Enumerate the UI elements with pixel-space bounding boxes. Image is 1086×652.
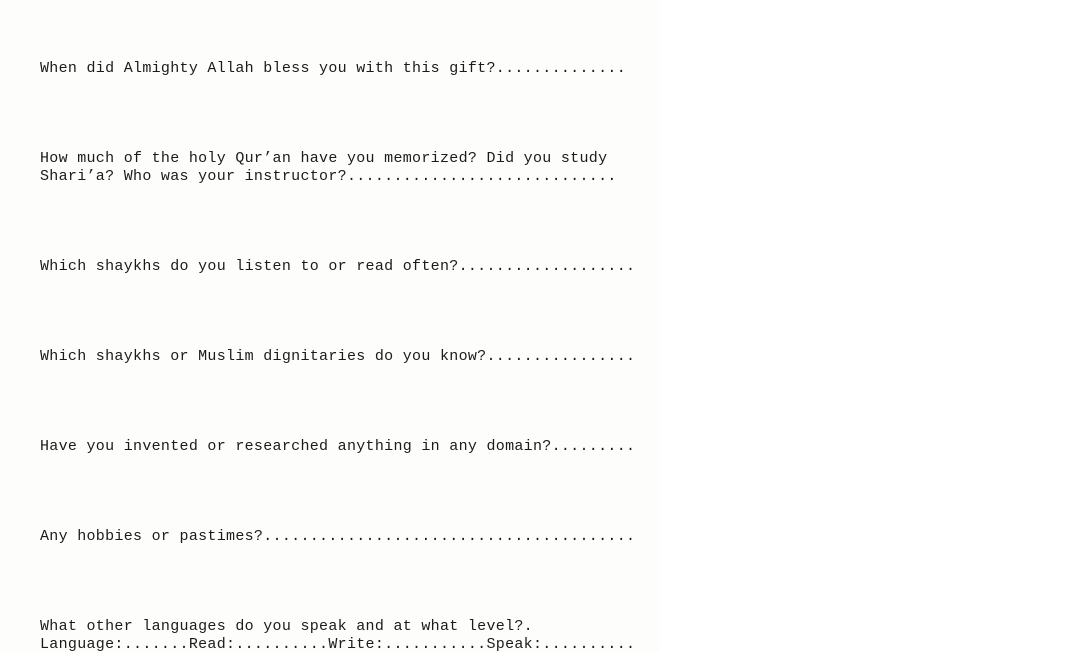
document-page: When did Almighty Allah bless you with t… (0, 0, 1086, 652)
questionnaire-item-languages-level: What other languages do you speak and at… (40, 618, 636, 652)
questionnaire-item-shaykhs-listened: Which shaykhs do you listen to or read o… (40, 258, 636, 275)
questionnaire-item-shaykhs-known: Which shaykhs or Muslim dignitaries do y… (40, 348, 636, 365)
questionnaire-item-quran-memorization: How much of the holy Qur’an have you mem… (40, 150, 617, 185)
questionnaire-body: When did Almighty Allah bless you with t… (40, 0, 660, 652)
questionnaire-item-gift-date: When did Almighty Allah bless you with t… (40, 60, 626, 77)
questionnaire-item-inventions-research: Have you invented or researched anything… (40, 438, 636, 455)
questionnaire-item-hobbies: Any hobbies or pastimes?................… (40, 528, 636, 545)
